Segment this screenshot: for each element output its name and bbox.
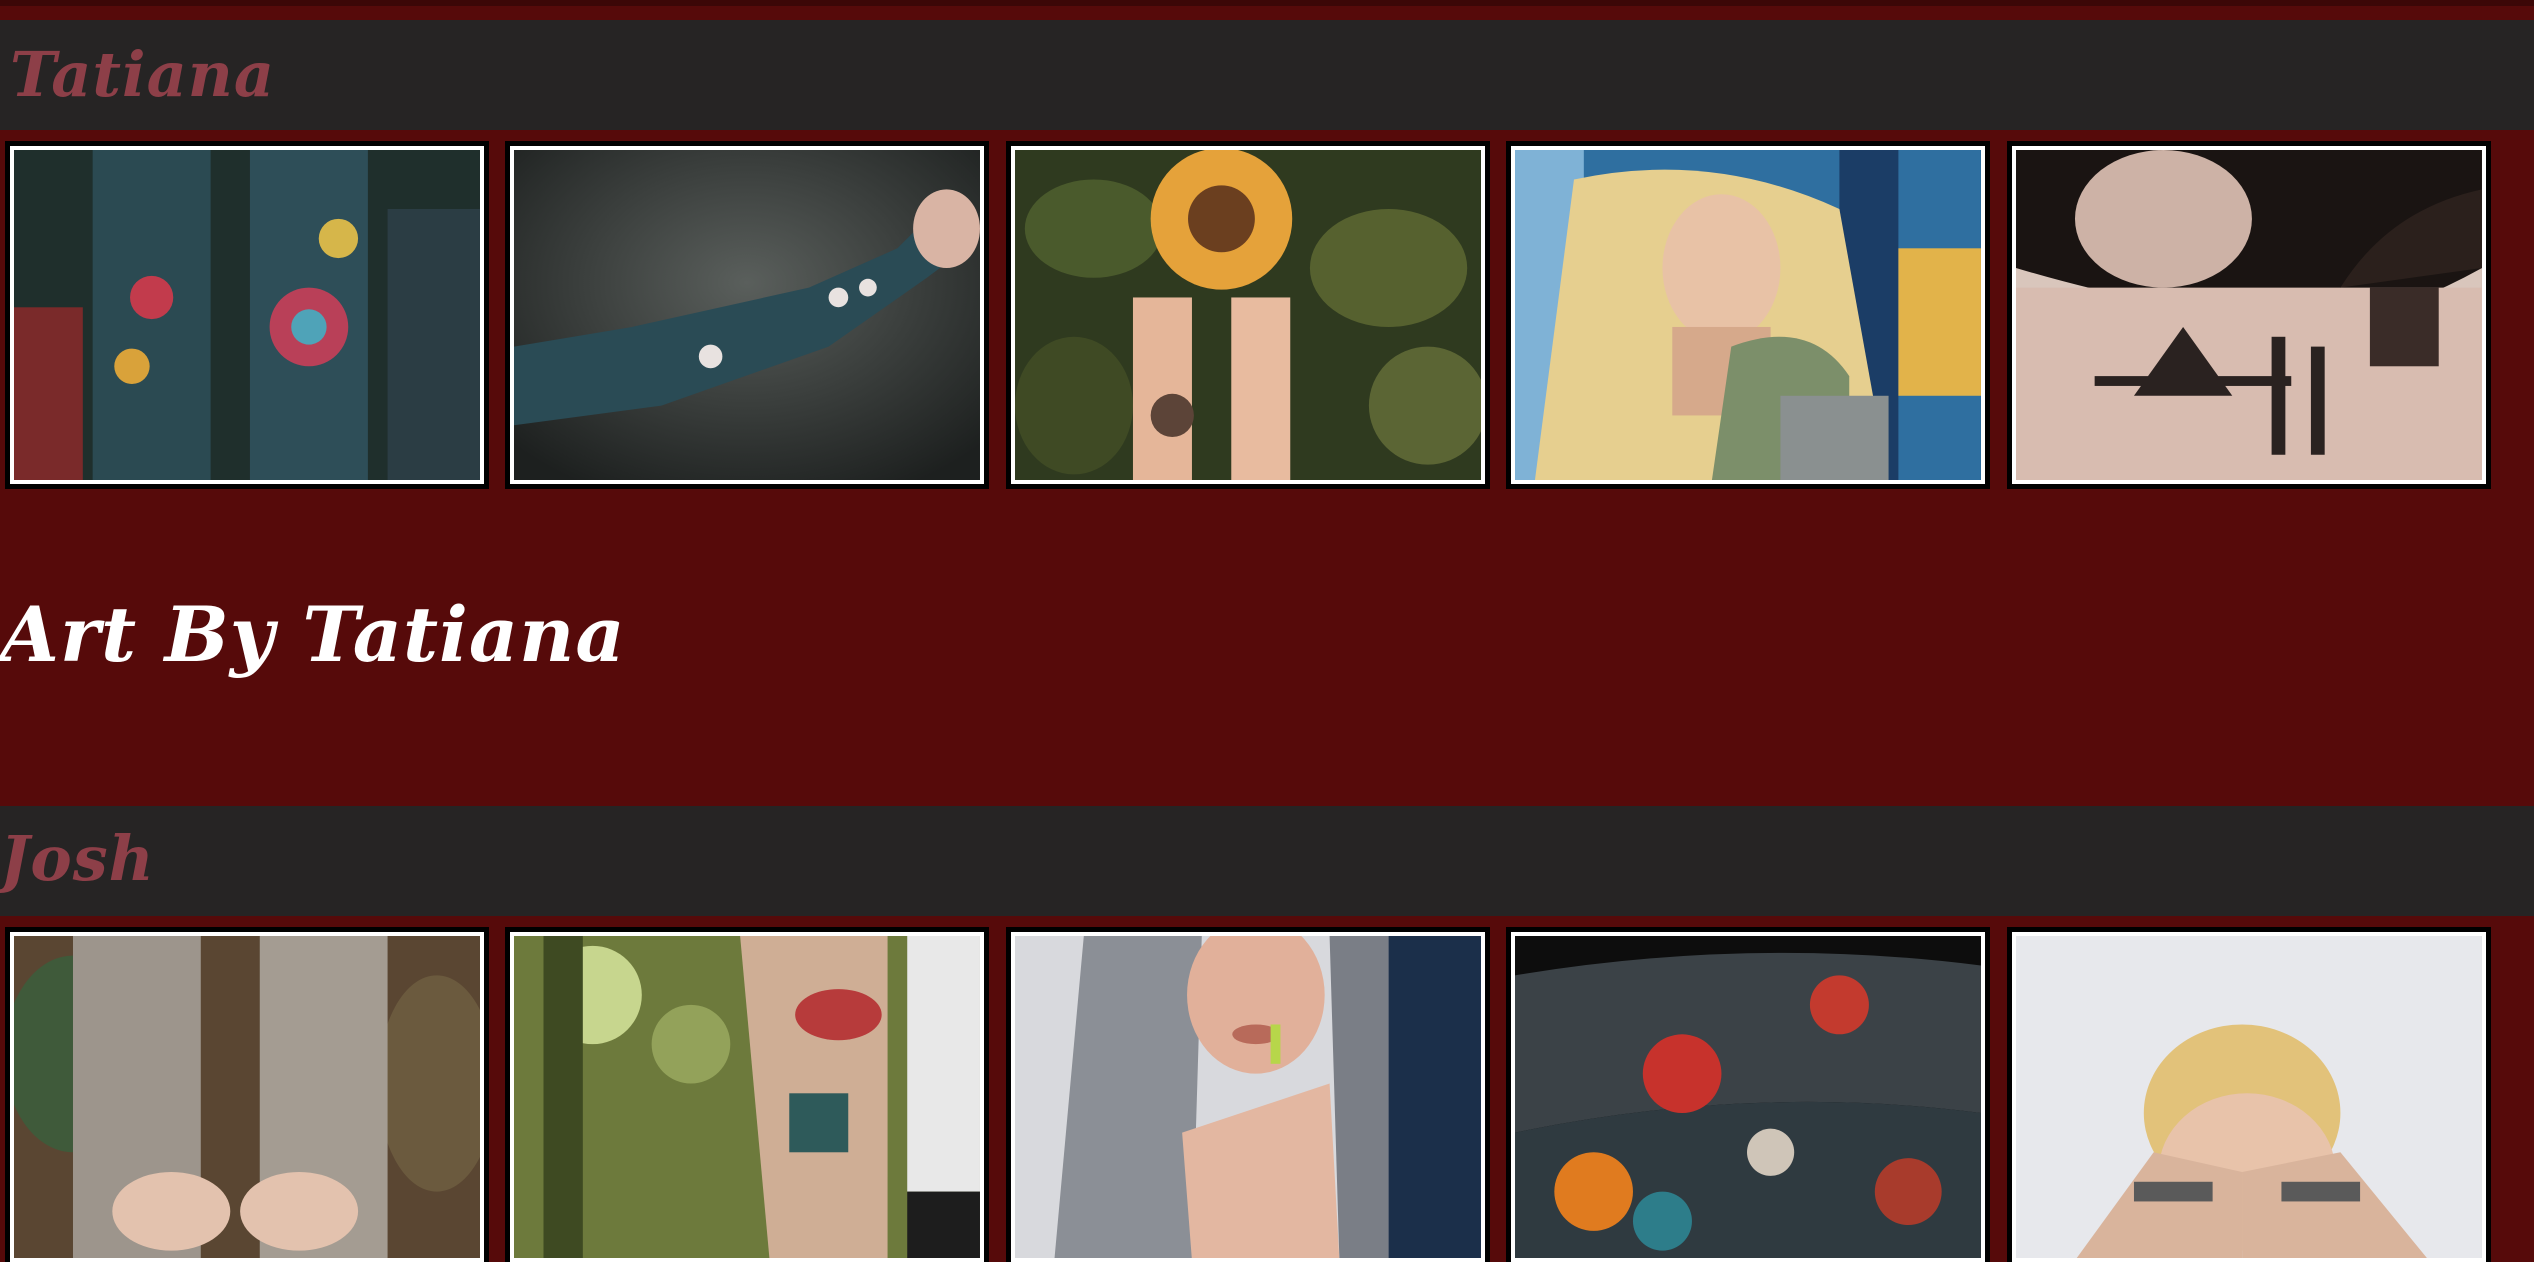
gallery-row-tatiana (0, 141, 2534, 489)
gallery-photo-tatiana-3[interactable] (1006, 141, 1490, 489)
gallery-photo-tatiana-5[interactable] (2007, 141, 2491, 489)
gallery-photo-josh-1[interactable] (5, 927, 489, 1262)
photo-sleeve-tattoo-hands (14, 936, 480, 1258)
photo-blonde-woman-neck-tattoo (1515, 150, 1981, 480)
gallery-photo-josh-3[interactable] (1006, 927, 1490, 1262)
gallery-photo-josh-2[interactable] (505, 927, 989, 1262)
photo-lips-tattoo-arm (514, 936, 980, 1258)
gallery-photo-tatiana-2[interactable] (505, 141, 989, 489)
photo-japanese-sleeve-tattoo (1515, 936, 1981, 1258)
photo-tattooed-arms-floral (14, 150, 480, 480)
photo-sunflower-tattoo-hands (1015, 150, 1481, 480)
artist-name-tatiana: Tatiana (10, 38, 275, 111)
gallery-photo-tatiana-4[interactable] (1506, 141, 1990, 489)
gallery-photo-josh-4[interactable] (1506, 927, 1990, 1262)
section-heading: Art By Tatiana (0, 590, 626, 679)
gallery-photo-tatiana-1[interactable] (5, 141, 489, 489)
artist-bar-tatiana: Tatiana (0, 20, 2534, 130)
photo-blonde-hands-over-eyes (2016, 936, 2482, 1258)
photo-tattooed-arm-fist (514, 150, 980, 480)
photo-back-neck-script-tattoo (2016, 150, 2482, 480)
artist-bar-josh: Josh (0, 806, 2534, 916)
artist-name-josh: Josh (0, 822, 155, 895)
gallery-row-josh (0, 927, 2534, 1262)
photo-braids-woman-hand-tattoo (1015, 936, 1481, 1258)
top-border-strip (0, 0, 2534, 6)
gallery-photo-josh-5[interactable] (2007, 927, 2491, 1262)
